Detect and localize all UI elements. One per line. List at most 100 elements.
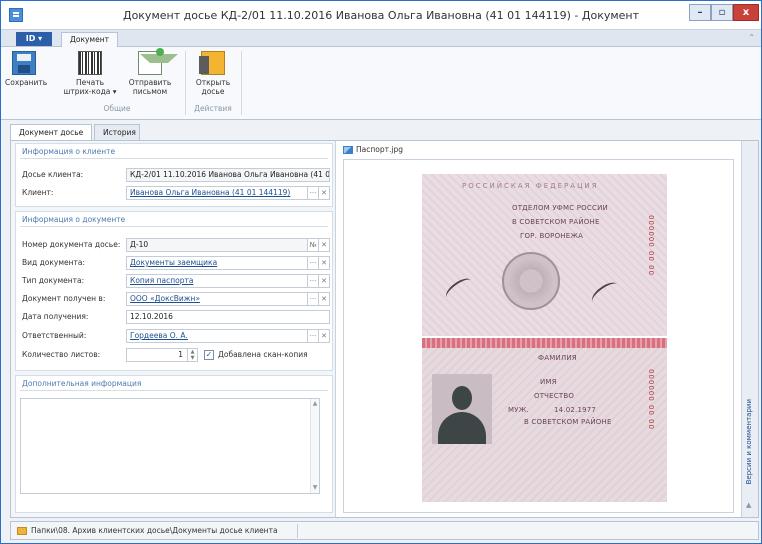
- passport-band: [422, 338, 667, 348]
- extra-info-section: Дополнительная информация ▲ ▼: [15, 375, 333, 513]
- passport-stamp: [502, 252, 560, 310]
- client-browse-button[interactable]: ···: [307, 187, 318, 199]
- sheets-row: Количество листов: 1 ▲ ▼ ✓ Добавлена скан…: [22, 348, 330, 362]
- subtype-browse-button[interactable]: ···: [307, 275, 318, 287]
- person-silhouette-head: [452, 386, 472, 410]
- barcode-icon: [78, 51, 102, 75]
- number-clear-button[interactable]: ✕: [318, 239, 329, 251]
- file-menu-button[interactable]: ID ▾: [16, 32, 52, 46]
- ribbon-group-general: Общие: [103, 104, 131, 113]
- scroll-up-icon[interactable]: ▲: [311, 399, 319, 409]
- passport-signature: [442, 274, 476, 304]
- received-in-field[interactable]: ООО «ДоксВижн» ··· ✕: [126, 292, 330, 306]
- received-in-browse-button[interactable]: ···: [307, 293, 318, 305]
- client-clear-button[interactable]: ✕: [318, 187, 329, 199]
- tab-document-dossier[interactable]: Документ досье: [10, 124, 92, 141]
- tab-document[interactable]: Документ: [61, 32, 118, 47]
- textarea-scrollbar[interactable]: ▲ ▼: [310, 399, 319, 493]
- client-value[interactable]: Иванова Ольга Ивановна (41 01 144119): [130, 188, 290, 197]
- responsible-browse-button[interactable]: ···: [307, 330, 318, 342]
- subtype-value[interactable]: Копия паспорта: [130, 276, 193, 285]
- passport-issued-1: ОТДЕЛОМ УФМС РОССИИ: [512, 204, 608, 212]
- image-file-icon: [343, 146, 353, 154]
- folder-file-icon: [199, 51, 225, 75]
- sheets-stepper[interactable]: 1 ▲ ▼: [126, 348, 198, 362]
- form-pane: Информация о клиенте Досье клиента: КД-2…: [11, 141, 336, 517]
- type-clear-button[interactable]: ✕: [318, 257, 329, 269]
- print-barcode-label-2: штрих-кода ▾: [63, 87, 117, 96]
- responsible-value[interactable]: Гордеева О. А.: [130, 331, 188, 340]
- passport-signature: [588, 278, 622, 308]
- open-dossier-button[interactable]: Открыть досье: [191, 51, 235, 96]
- passport-patronymic: ОТЧЕСТВО: [534, 392, 575, 400]
- open-dossier-label-2: досье: [201, 87, 225, 96]
- responsible-clear-button[interactable]: ✕: [318, 330, 329, 342]
- folder-icon: [17, 527, 27, 535]
- number-generate-button[interactable]: №: [307, 239, 318, 251]
- document-info-title: Информация о документе: [22, 215, 126, 224]
- print-barcode-button[interactable]: Печать штрих-кода ▾: [63, 51, 117, 96]
- date-label: Дата получения:: [22, 312, 89, 321]
- subtype-clear-button[interactable]: ✕: [318, 275, 329, 287]
- type-browse-button[interactable]: ···: [307, 257, 318, 269]
- client-info-section: Информация о клиенте Досье клиента: КД-2…: [15, 143, 333, 207]
- passport-name: ИМЯ: [540, 378, 557, 386]
- number-field[interactable]: Д-10 № ✕: [126, 238, 330, 252]
- folder-path[interactable]: Папки\08. Архив клиентских досье\Докумен…: [31, 526, 278, 535]
- client-field[interactable]: Иванова Ольга Ивановна (41 01 144119) ··…: [126, 186, 330, 200]
- extra-info-textarea[interactable]: ▲ ▼: [20, 398, 320, 494]
- floppy-disk-icon: [12, 51, 36, 75]
- type-value[interactable]: Документы заемщика: [130, 258, 217, 267]
- send-mail-button[interactable]: Отправить письмом: [127, 48, 178, 96]
- type-label: Вид документа:: [22, 258, 85, 267]
- client-label: Клиент:: [22, 188, 54, 197]
- send-mail-label-1: Отправить: [128, 78, 172, 87]
- responsible-field[interactable]: Гордеева О. А. ··· ✕: [126, 329, 330, 343]
- ribbon-group-separator: [185, 51, 186, 115]
- dossier-field[interactable]: КД-2/01 11.10.2016 Иванова Ольга Ивановн…: [126, 168, 330, 182]
- client-info-title: Информация о клиенте: [22, 147, 116, 156]
- expand-arrow-icon[interactable]: ▲: [746, 501, 751, 509]
- close-button[interactable]: x: [733, 4, 759, 21]
- passport-birth-date: 14.02.1977: [554, 406, 597, 414]
- stepper-arrows-icon[interactable]: ▲ ▼: [187, 349, 197, 361]
- save-button[interactable]: Сохранить: [5, 51, 47, 87]
- side-panel-strip: Версии и комментарии ▲: [741, 141, 758, 517]
- type-row: Вид документа: Документы заемщика ··· ✕: [22, 256, 330, 270]
- status-bar: Папки\08. Архив клиентских досье\Докумен…: [10, 521, 759, 540]
- ribbon-tab-bar: ID ▾ Документ ⌃: [1, 30, 761, 47]
- passport-issued-3: ГОР. ВОРОНЕЖА: [520, 232, 584, 240]
- tab-history[interactable]: История: [94, 124, 140, 140]
- document-window: Документ досье КД-2/01 11.10.2016 Иванов…: [0, 0, 762, 544]
- date-row: Дата получения: 12.10.2016: [22, 310, 330, 324]
- document-info-section: Информация о документе Номер документа д…: [15, 211, 333, 371]
- title-bar: Документ досье КД-2/01 11.10.2016 Иванов…: [1, 1, 761, 30]
- received-in-row: Документ получен в: ООО «ДоксВижн» ··· ✕: [22, 292, 330, 306]
- maximize-button[interactable]: ▫: [711, 4, 733, 21]
- image-viewer[interactable]: РОССИЙСКАЯ ФЕДЕРАЦИЯ ОТДЕЛОМ УФМС РОССИИ…: [343, 159, 734, 513]
- subtype-field[interactable]: Копия паспорта ··· ✕: [126, 274, 330, 288]
- received-in-value[interactable]: ООО «ДоксВижн»: [130, 294, 200, 303]
- number-value: Д-10: [130, 240, 149, 249]
- minimize-button[interactable]: –: [689, 4, 711, 21]
- sheets-label: Количество листов:: [22, 350, 101, 359]
- envelope-icon: [138, 48, 178, 75]
- print-barcode-label-1: Печать: [75, 78, 105, 87]
- versions-comments-label: Версии и комментарии: [745, 399, 753, 485]
- scroll-down-icon[interactable]: ▼: [311, 483, 319, 493]
- scan-copy-checkbox[interactable]: ✓: [204, 350, 214, 360]
- open-dossier-label-1: Открыть: [195, 78, 231, 87]
- dossier-row: Досье клиента: КД-2/01 11.10.2016 Иванов…: [22, 168, 330, 182]
- subtype-row: Тип документа: Копия паспорта ··· ✕: [22, 274, 330, 288]
- date-field[interactable]: 12.10.2016: [126, 310, 330, 324]
- file-name: Паспорт.jpg: [356, 145, 403, 154]
- status-separator: [297, 524, 298, 538]
- responsible-row: Ответственный: Гордеева О. А. ··· ✕: [22, 329, 330, 343]
- ribbon-collapse-icon[interactable]: ⌃: [748, 33, 755, 42]
- file-tab[interactable]: Паспорт.jpg: [343, 145, 403, 154]
- type-field[interactable]: Документы заемщика ··· ✕: [126, 256, 330, 270]
- versions-comments-tab[interactable]: Версии и комментарии: [745, 399, 756, 485]
- ribbon-group-separator: [241, 51, 242, 115]
- date-value: 12.10.2016: [130, 312, 173, 321]
- received-in-clear-button[interactable]: ✕: [318, 293, 329, 305]
